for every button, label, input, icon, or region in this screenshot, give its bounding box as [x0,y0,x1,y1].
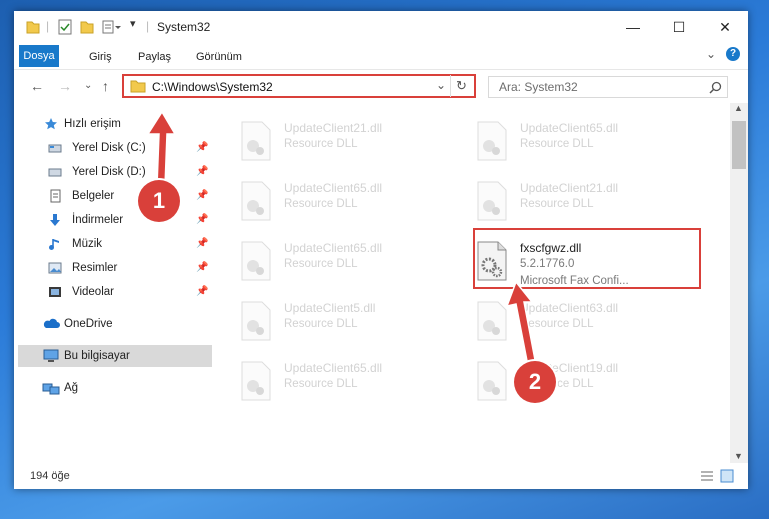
step-2-badge: 2 [514,361,556,403]
annotation-arrows [146,110,537,367]
arrow-to-file [505,280,537,367]
step-1-badge: 1 [138,180,180,222]
arrow-to-address-bar [146,110,177,187]
